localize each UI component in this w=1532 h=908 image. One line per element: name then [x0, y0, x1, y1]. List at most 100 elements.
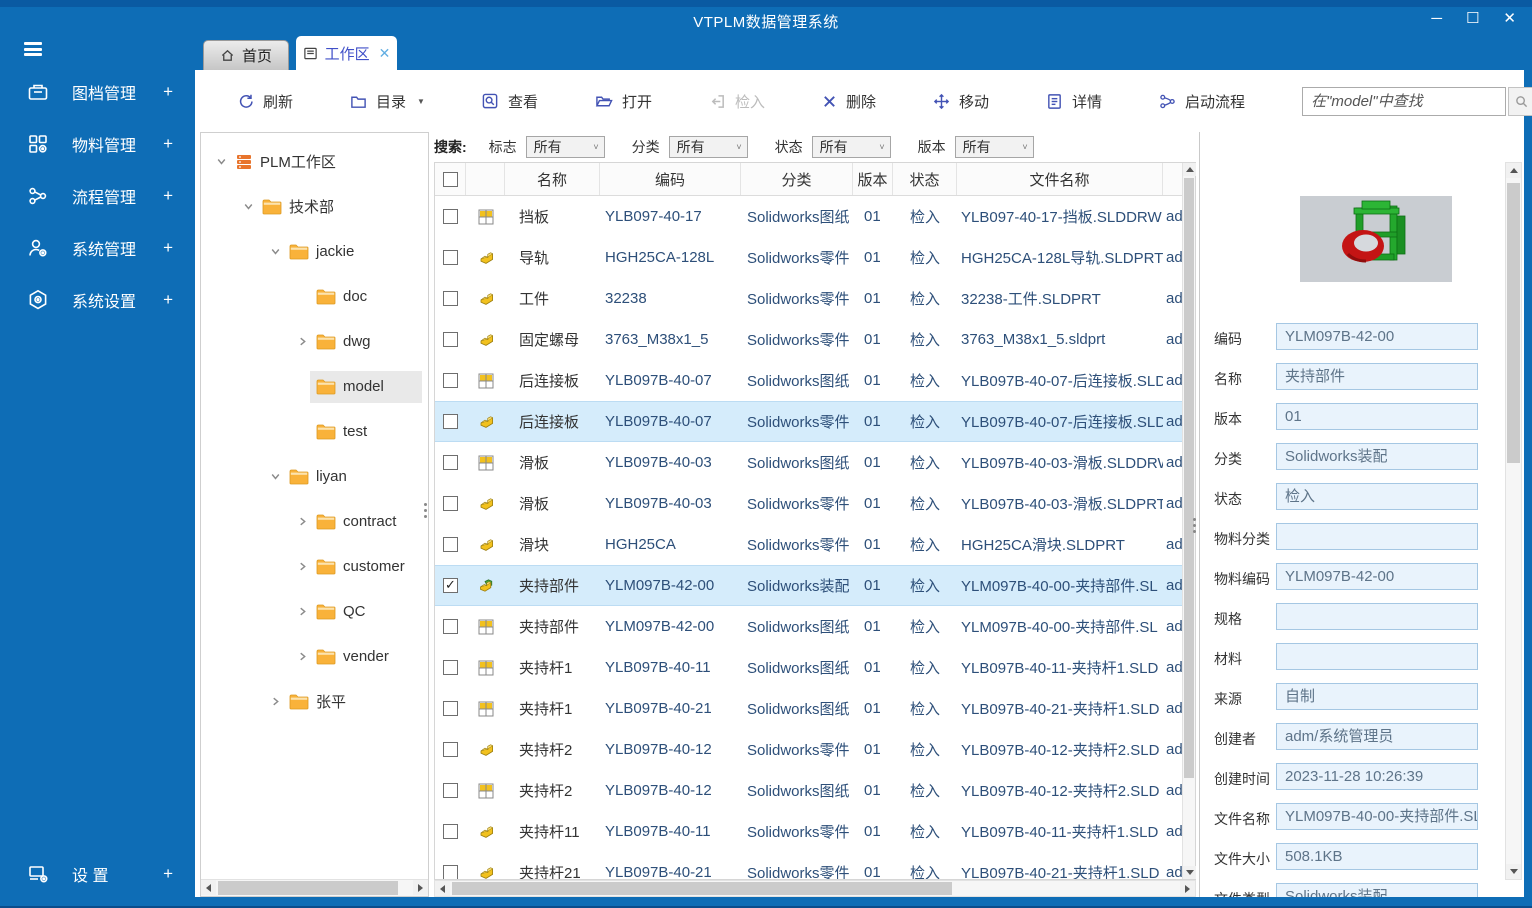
table-row[interactable]: 夹持杆21 YLB097B-40-21 Solidworks零件 01 检入 Y…	[435, 852, 1182, 879]
tree-node[interactable]: doc	[201, 274, 428, 319]
table-row[interactable]: 夹持杆11 YLB097B-40-11 Solidworks零件 01 检入 Y…	[435, 811, 1182, 852]
name-column-header[interactable]: 名称	[505, 163, 600, 195]
sidebar-item-expand[interactable]: +	[163, 186, 173, 206]
category-filter-select[interactable]: 所有 ˅	[668, 136, 748, 158]
tree-node[interactable]: liyan	[201, 454, 428, 499]
table-row[interactable]: 固定螺母 3763_M38x1_5 Solidworks零件 01 检入 376…	[435, 319, 1182, 360]
tree-node[interactable]: vender	[201, 634, 428, 679]
table-row[interactable]: 滑块 HGH25CA Solidworks零件 01 检入 HGH25CA滑块.…	[435, 524, 1182, 565]
scroll-thumb[interactable]	[1184, 178, 1194, 778]
delete-button[interactable]: 删除	[822, 91, 876, 112]
status-column-header[interactable]: 状态	[893, 163, 957, 195]
tree-node[interactable]: jackie	[201, 229, 428, 274]
sidebar-item-settings[interactable]: 设 置 +	[0, 848, 195, 900]
scroll-up-button[interactable]	[1506, 163, 1521, 178]
tree-node[interactable]: QC	[201, 589, 428, 634]
row-checkbox[interactable]	[443, 250, 458, 265]
table-row[interactable]: 夹持部件 YLM097B-42-00 Solidworks图纸 01 检入 YL…	[435, 606, 1182, 647]
version-filter-select[interactable]: 所有 ˅	[954, 136, 1034, 158]
search-go-button[interactable]	[1508, 86, 1532, 116]
move-button[interactable]: 移动	[933, 91, 989, 112]
tree-hscrollbar[interactable]	[201, 879, 428, 896]
scroll-up-button[interactable]	[1183, 163, 1196, 176]
row-checkbox[interactable]	[443, 373, 458, 388]
chevron-down-icon[interactable]	[267, 246, 283, 257]
sidebar-item[interactable]: 图档管理 +	[0, 66, 195, 118]
scroll-thumb[interactable]	[1507, 183, 1520, 463]
tree-node[interactable]: contract	[201, 499, 428, 544]
sidebar-item[interactable]: 系统设置 +	[0, 274, 195, 326]
tree-node[interactable]: 技术部	[201, 184, 428, 229]
sidebar-item-expand[interactable]: +	[163, 864, 173, 884]
scroll-down-button[interactable]	[1183, 866, 1196, 879]
chevron-right-icon[interactable]	[294, 516, 310, 527]
catalog-button[interactable]: 目录 ▼	[350, 91, 425, 112]
chevron-right-icon[interactable]	[294, 336, 310, 347]
filename-column-header[interactable]: 文件名称	[957, 163, 1163, 195]
maximize-button[interactable]: ☐	[1466, 10, 1479, 28]
open-button[interactable]: 打开	[595, 91, 652, 112]
checkin-button[interactable]: 检入	[709, 91, 765, 112]
table-row[interactable]: 夹持杆1 YLB097B-40-11 Solidworks图纸 01 检入 YL…	[435, 647, 1182, 688]
chevron-down-icon[interactable]	[240, 201, 256, 212]
code-column-header[interactable]: 编码	[600, 163, 741, 195]
tab-close-icon[interactable]: ✕	[379, 45, 391, 62]
row-checkbox[interactable]	[443, 537, 458, 552]
tree-node[interactable]: dwg	[201, 319, 428, 364]
tree-node[interactable]: test	[201, 409, 428, 454]
select-all-checkbox[interactable]	[442, 171, 458, 187]
chevron-down-icon[interactable]	[213, 156, 229, 167]
chevron-right-icon[interactable]	[294, 606, 310, 617]
row-checkbox[interactable]	[443, 865, 458, 879]
table-row[interactable]: 工件 32238 Solidworks零件 01 检入 32238-工件.SLD…	[435, 278, 1182, 319]
version-column-header[interactable]: 版本	[853, 163, 893, 195]
table-row[interactable]: 夹持部件 YLM097B-42-00 Solidworks装配 01 检入 YL…	[435, 565, 1182, 606]
row-checkbox[interactable]	[443, 783, 458, 798]
row-checkbox[interactable]	[443, 742, 458, 757]
row-checkbox[interactable]	[443, 291, 458, 306]
sidebar-item-expand[interactable]: +	[163, 290, 173, 310]
row-checkbox[interactable]	[443, 332, 458, 347]
view-button[interactable]: 查看	[482, 91, 538, 112]
row-checkbox[interactable]	[443, 496, 458, 511]
refresh-button[interactable]: 刷新	[237, 91, 293, 112]
table-row[interactable]: 挡板 YLB097-40-17 Solidworks图纸 01 检入 YLB09…	[435, 196, 1182, 237]
tree-node[interactable]: model	[201, 364, 428, 409]
minimize-button[interactable]: ─	[1431, 10, 1442, 28]
table-row[interactable]: 夹持杆2 YLB097B-40-12 Solidworks零件 01 检入 YL…	[435, 729, 1182, 770]
sidebar-item[interactable]: 物料管理 +	[0, 118, 195, 170]
table-row[interactable]: 滑板 YLB097B-40-03 Solidworks图纸 01 检入 YLB0…	[435, 442, 1182, 483]
scroll-thumb[interactable]	[452, 882, 952, 895]
detail-splitter-handle[interactable]	[1193, 518, 1196, 533]
sidebar-item-expand[interactable]: +	[163, 238, 173, 258]
scroll-right-button[interactable]	[413, 880, 428, 895]
row-checkbox[interactable]	[443, 701, 458, 716]
category-column-header[interactable]: 分类	[741, 163, 853, 195]
scroll-thumb[interactable]	[218, 881, 398, 895]
scroll-left-button[interactable]	[435, 881, 450, 896]
sidebar-item-expand[interactable]: +	[163, 82, 173, 102]
hamburger-menu-icon[interactable]	[24, 42, 42, 56]
tree-splitter-handle[interactable]	[424, 503, 427, 518]
status-filter-select[interactable]: 所有 ˅	[811, 136, 891, 158]
sidebar-item[interactable]: 系统管理 +	[0, 222, 195, 274]
row-checkbox[interactable]	[443, 619, 458, 634]
row-checkbox[interactable]	[443, 455, 458, 470]
tree-node[interactable]: 张平	[201, 679, 428, 724]
tree-node[interactable]: customer	[201, 544, 428, 589]
row-checkbox[interactable]	[443, 578, 458, 593]
tree-node[interactable]: PLM工作区	[201, 139, 428, 184]
chevron-right-icon[interactable]	[267, 696, 283, 707]
table-row[interactable]: 滑板 YLB097B-40-03 Solidworks零件 01 检入 YLB0…	[435, 483, 1182, 524]
row-checkbox[interactable]	[443, 209, 458, 224]
detail-button[interactable]: 详情	[1046, 91, 1102, 112]
scroll-right-button[interactable]	[1180, 881, 1195, 896]
tab-home[interactable]: 首页	[203, 40, 289, 70]
chevron-right-icon[interactable]	[294, 651, 310, 662]
row-checkbox[interactable]	[443, 414, 458, 429]
table-row[interactable]: 后连接板 YLB097B-40-07 Solidworks零件 01 检入 YL…	[435, 401, 1182, 442]
table-row[interactable]: 夹持杆1 YLB097B-40-21 Solidworks图纸 01 检入 YL…	[435, 688, 1182, 729]
chevron-down-icon[interactable]	[267, 471, 283, 482]
search-input[interactable]	[1303, 87, 1506, 115]
close-button[interactable]: ✕	[1503, 10, 1516, 28]
